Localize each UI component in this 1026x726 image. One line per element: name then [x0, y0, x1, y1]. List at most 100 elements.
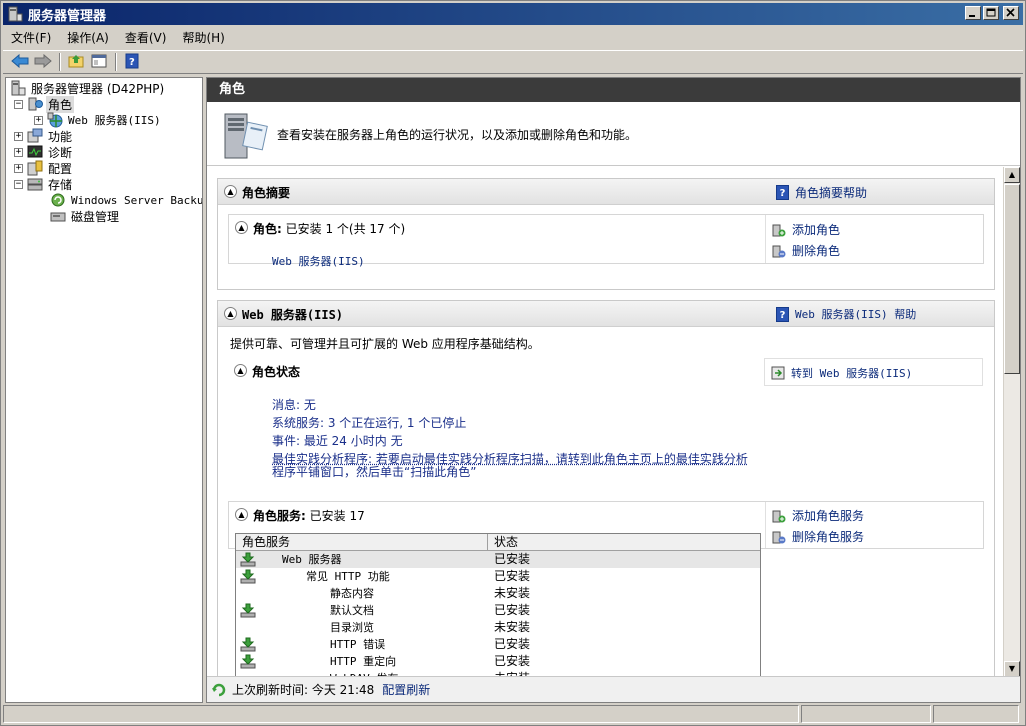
- expand-toggle[interactable]: +: [14, 163, 23, 173]
- tree-label-storage: 存储: [48, 177, 73, 192]
- tree-label-root: 服务器管理器 (D42PHP): [31, 81, 165, 96]
- minimize-button[interactable]: [965, 6, 981, 20]
- intro-panel: 查看安装在服务器上角色的运行状况，以及添加或删除角色和功能。: [207, 102, 1020, 166]
- svg-text:?: ?: [129, 57, 135, 68]
- tree-item-web-server[interactable]: + Web 服务器(IIS): [34, 112, 163, 128]
- tree-label-diagnostics: 诊断: [48, 145, 73, 160]
- expand-toggle[interactable]: +: [34, 115, 43, 125]
- role-service-cell: HTTP 错误: [236, 636, 488, 653]
- web-server-description: 提供可靠、可管理并且可扩展的 Web 应用程序基础结构。: [230, 337, 540, 351]
- tree-item-roles[interactable]: − 角色: [14, 95, 75, 113]
- role-service-cell: HTTP 重定向: [236, 653, 488, 670]
- roles-scroll-area: ▲ 角色摘要 ? 角色摘要帮助 ▲ 角色: 已安装 1 个(共 17 个) 添加…: [207, 167, 1003, 677]
- expand-toggle[interactable]: +: [14, 147, 23, 157]
- refresh-icon: [211, 682, 227, 698]
- add-roles-link[interactable]: 添加角色: [772, 221, 840, 238]
- vertical-scrollbar[interactable]: ▲ ▼: [1003, 167, 1020, 677]
- tree-item-configuration[interactable]: + 配置: [14, 160, 74, 176]
- menu-help[interactable]: 帮助(H): [174, 28, 232, 48]
- collapse-summary-button[interactable]: ▲: [224, 185, 237, 198]
- tree-label-features: 功能: [48, 129, 73, 144]
- scroll-thumb[interactable]: [1004, 184, 1020, 374]
- web-server-help-link[interactable]: ? Web 服务器(IIS) 帮助: [776, 306, 916, 322]
- role-service-cell: 默认文档: [236, 602, 488, 619]
- back-button[interactable]: [9, 52, 31, 72]
- grid-body: Web 服务器 已安装 常见 HTTP 功能 已安装 静态内容 未安装 默认文档 已安装 目录浏…: [236, 551, 760, 677]
- role-services-count: 已安装 17: [309, 509, 365, 523]
- scroll-up-arrow[interactable]: ▲: [1004, 167, 1020, 183]
- remove-role-services-label: 删除角色服务: [792, 530, 865, 544]
- role-status-title: 角色状态: [252, 365, 301, 379]
- menu-view[interactable]: 查看(V): [117, 28, 175, 48]
- configuration-icon: [27, 160, 43, 176]
- menu-action[interactable]: 操作(A): [59, 28, 117, 48]
- tree-item-root[interactable]: 服务器管理器 (D42PHP): [10, 80, 166, 96]
- column-header-state[interactable]: 状态: [488, 534, 760, 550]
- table-row[interactable]: HTTP 重定向 已安装: [236, 653, 760, 670]
- forward-button[interactable]: [32, 52, 54, 72]
- table-row[interactable]: 静态内容 未安装: [236, 585, 760, 602]
- help-button[interactable]: ?: [121, 52, 143, 72]
- table-row[interactable]: HTTP 错误 已安装: [236, 636, 760, 653]
- table-row[interactable]: 常见 HTTP 功能 已安装: [236, 568, 760, 585]
- forward-arrow-icon: [34, 53, 52, 71]
- show-hide-tree-button[interactable]: [88, 52, 110, 72]
- storage-icon: [27, 176, 43, 192]
- table-row[interactable]: Web 服务器 已安装: [236, 551, 760, 568]
- console-tree: 服务器管理器 (D42PHP) − 角色 + Web 服务器(IIS) + 功能…: [5, 77, 203, 703]
- server-manager-window: 服务器管理器 文件(F) 操作(A) 查看(V) 帮助(H) ? 服务器管理器 …: [0, 0, 1026, 726]
- scroll-down-arrow[interactable]: ▼: [1004, 661, 1020, 677]
- role-services-line: 角色服务: 已安装 17: [253, 507, 365, 524]
- role-services-grid: 角色服务 状态 Web 服务器 已安装 常见 HTTP 功能 已安装 静态内容 未安装 默认…: [235, 533, 761, 677]
- up-folder-button[interactable]: [65, 52, 87, 72]
- maximize-button[interactable]: [983, 6, 999, 20]
- roles-icon: [27, 96, 43, 112]
- remove-roles-link[interactable]: 删除角色: [772, 242, 840, 259]
- roles-installed-line: 角色: 已安装 1 个(共 17 个): [253, 220, 405, 237]
- help-book-icon: ?: [125, 53, 139, 72]
- role-service-cell: 目录浏览: [236, 619, 488, 636]
- collapse-services-button[interactable]: ▲: [235, 508, 248, 521]
- table-row[interactable]: 默认文档 已安装: [236, 602, 760, 619]
- add-role-services-link[interactable]: 添加角色服务: [772, 507, 864, 524]
- collapse-web-server-button[interactable]: ▲: [224, 307, 237, 320]
- tree-item-features[interactable]: + 功能: [14, 128, 74, 144]
- tree-item-diagnostics[interactable]: + 诊断: [14, 144, 74, 160]
- window-title: 服务器管理器: [28, 8, 107, 24]
- collapse-status-button[interactable]: ▲: [234, 364, 247, 377]
- server-roles-icon: [219, 110, 271, 162]
- role-service-cell: 常见 HTTP 功能: [236, 568, 488, 585]
- help-icon: ?: [776, 185, 789, 200]
- collapse-toggle[interactable]: −: [14, 179, 23, 189]
- table-row[interactable]: 目录浏览 未安装: [236, 619, 760, 636]
- web-server-help-label: Web 服务器(IIS) 帮助: [795, 308, 917, 321]
- tree-label-disk-management: 磁盘管理: [71, 209, 120, 224]
- column-header-role-service[interactable]: 角色服务: [236, 534, 488, 550]
- collapse-roles-button[interactable]: ▲: [235, 221, 248, 234]
- add-service-icon: [772, 509, 786, 523]
- configure-refresh-link[interactable]: 配置刷新: [382, 681, 430, 698]
- status-cell: [801, 705, 931, 723]
- remove-role-services-link[interactable]: 删除角色服务: [772, 528, 864, 545]
- role-status-panel: ▲ 角色状态 转到 Web 服务器(IIS) 消息: 无 系统服务: 3 个正在…: [228, 358, 984, 498]
- goto-web-server-link[interactable]: 转到 Web 服务器(IIS): [771, 365, 912, 381]
- role-service-name: 目录浏览: [330, 621, 374, 634]
- tree-item-storage[interactable]: − 存储: [14, 176, 74, 192]
- add-roles-label: 添加角色: [792, 223, 841, 237]
- menu-bar: 文件(F) 操作(A) 查看(V) 帮助(H): [3, 27, 233, 49]
- iis-globe-icon: [47, 112, 63, 128]
- server-manager-icon: [7, 6, 23, 22]
- installed-role-link[interactable]: Web 服务器(IIS): [272, 253, 365, 269]
- collapse-toggle[interactable]: −: [14, 99, 23, 109]
- role-service-state: 已安装: [494, 603, 531, 617]
- tree-item-backup[interactable]: Windows Server Backup: [50, 192, 202, 208]
- roles-summary-help-link[interactable]: ? 角色摘要帮助: [776, 184, 867, 201]
- role-service-state: 未安装: [494, 586, 531, 600]
- roles-label: 角色:: [253, 222, 282, 236]
- menu-file[interactable]: 文件(F): [3, 28, 59, 48]
- expand-toggle[interactable]: +: [14, 131, 23, 141]
- close-button[interactable]: [1003, 6, 1019, 20]
- tree-item-disk-management[interactable]: 磁盘管理: [50, 208, 121, 224]
- diagnostics-icon: [27, 144, 43, 160]
- bpa-line-1[interactable]: 最佳实践分析程序: 若要启动最佳实践分析程序扫描，请转到此角色主页上的最佳实践分…: [272, 452, 748, 466]
